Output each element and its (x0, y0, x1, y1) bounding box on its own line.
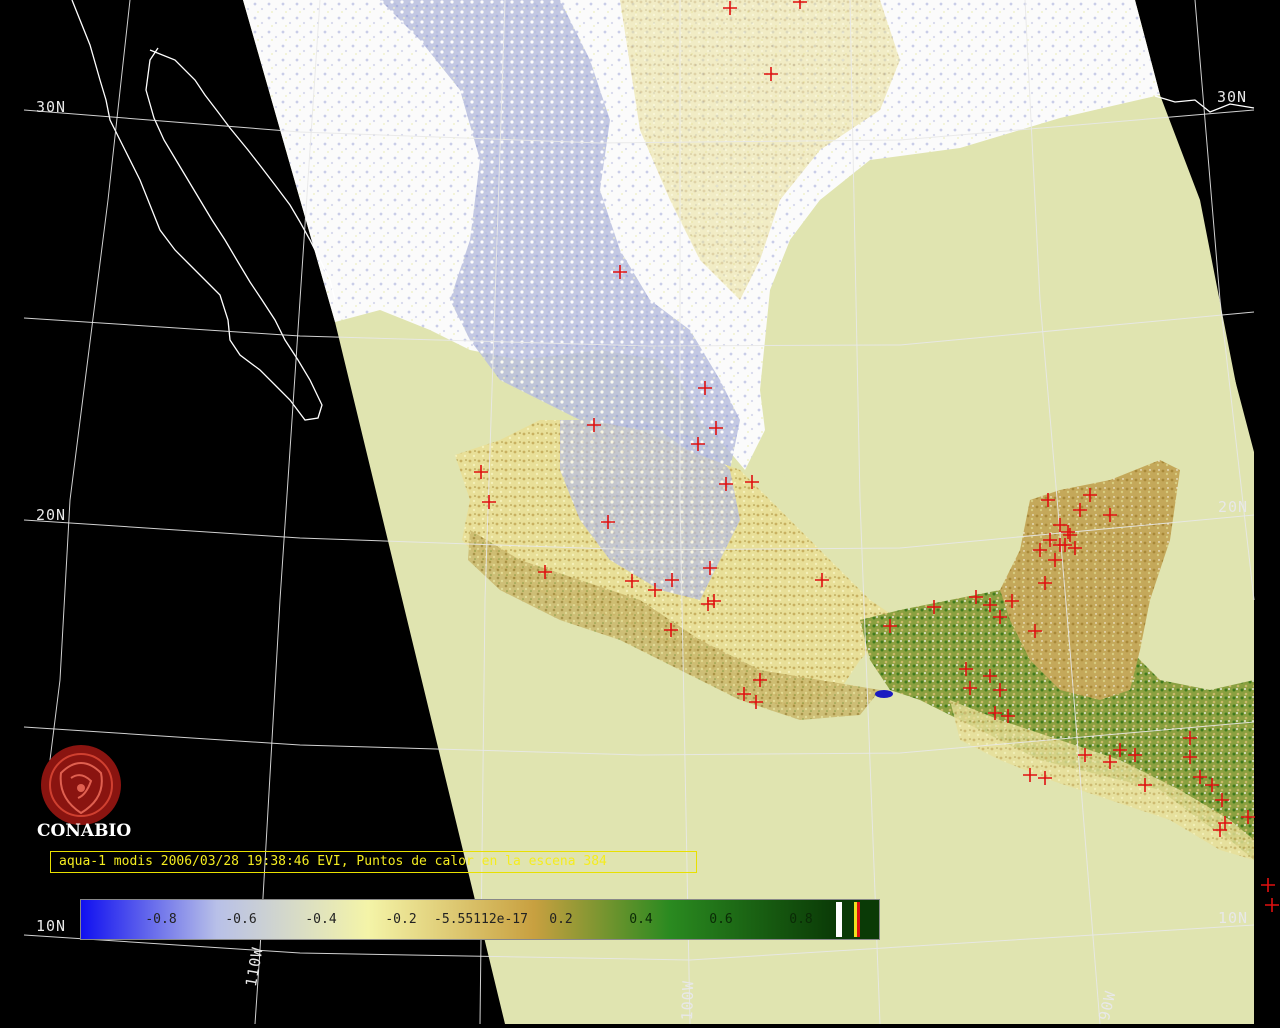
colorbar-cloud-swatch (836, 902, 842, 937)
evi-colorbar: -0.8 -0.6 -0.4 -0.2 -5.55112e-17 0.2 0.4 0.6 0.8 (80, 899, 880, 940)
colorbar-label: -0.2 (385, 912, 417, 927)
organization-name: CONABIO (37, 821, 132, 841)
lagoon (875, 690, 893, 698)
lat-label-20n-left: 20N (36, 506, 67, 524)
colorbar-swatch-red (857, 902, 860, 937)
colorbar-label: 0.8 (789, 912, 813, 927)
colorbar-label: 0.6 (709, 912, 733, 927)
colorbar-label: -0.4 (305, 912, 337, 927)
scene-caption: aqua-1 modis 2006/03/28 19:38:46 EVI, Pu… (59, 854, 607, 869)
colorbar-label: -0.8 (145, 912, 177, 927)
colorbar-label: -0.6 (225, 912, 257, 927)
lat-label-30n-left: 30N (36, 98, 67, 116)
colorbar-swatch-yellow (854, 902, 857, 937)
lon-label-100w: 100W (678, 979, 698, 1021)
satellite-map: 30N 30N 20N 20N 10N 10N 110W 100W 90W CO… (0, 0, 1280, 1025)
colorbar-label: 0.2 (549, 912, 573, 927)
colorbar-label: -5.55112e-17 (434, 912, 528, 927)
lat-label-10n-left: 10N (36, 917, 67, 935)
colorbar-label: 0.4 (629, 912, 653, 927)
graticule-lon-115w (44, 0, 131, 801)
lat-label-10n-right: 10N (1218, 909, 1249, 927)
lat-label-20n-right: 20N (1218, 498, 1249, 516)
scene-caption-box: aqua-1 modis 2006/03/28 19:38:46 EVI, Pu… (50, 851, 697, 873)
lat-label-30n-right: 30N (1217, 88, 1248, 106)
hotspot-marker (1265, 898, 1279, 912)
hotspot-marker (1261, 878, 1275, 892)
